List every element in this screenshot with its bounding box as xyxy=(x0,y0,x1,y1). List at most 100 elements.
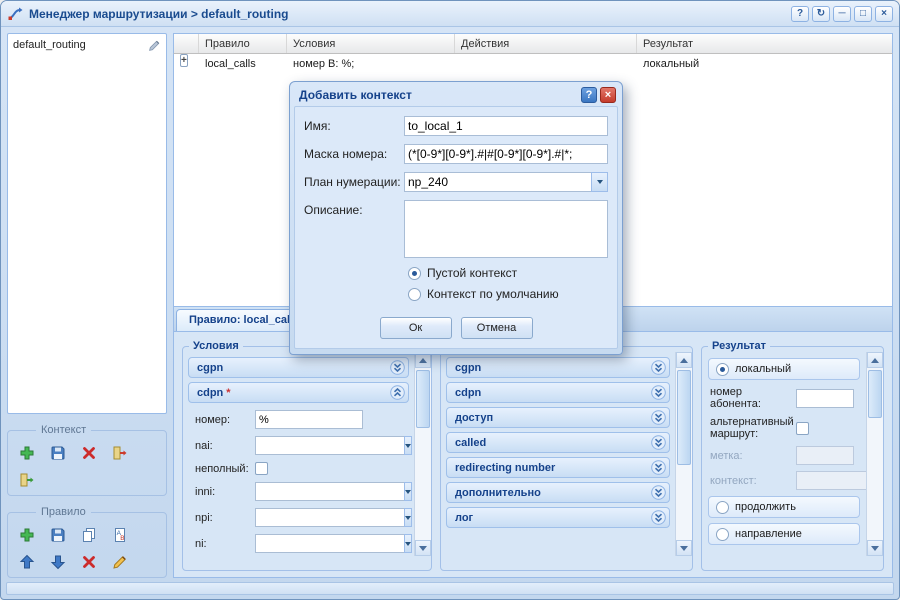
scroll-thumb[interactable] xyxy=(868,370,882,418)
scroll-up-button[interactable] xyxy=(867,352,883,368)
expand-icon[interactable] xyxy=(651,410,666,425)
minimize-button[interactable]: ─ xyxy=(833,6,851,22)
direction-radio[interactable] xyxy=(716,528,729,541)
delete-rule-button[interactable] xyxy=(78,552,100,572)
add-rule-button[interactable] xyxy=(16,525,38,545)
inni-combo-trigger[interactable] xyxy=(404,482,412,501)
description-textarea[interactable] xyxy=(404,200,608,258)
delete-context-button[interactable] xyxy=(78,443,100,463)
expand-icon[interactable] xyxy=(390,360,405,375)
npi-combo-trigger[interactable] xyxy=(404,508,412,527)
action-section-cgpn[interactable]: cgpn xyxy=(446,357,670,378)
inni-combo-input[interactable] xyxy=(255,482,404,501)
actions-scrollbar[interactable] xyxy=(675,352,692,556)
conditions-scrollbar[interactable] xyxy=(414,352,431,556)
expand-icon[interactable] xyxy=(651,485,666,500)
export-context-button[interactable] xyxy=(109,443,131,463)
field-label-nai: nai: xyxy=(195,440,255,452)
action-section-additional[interactable]: дополнительно xyxy=(446,482,670,503)
grid-row-local-calls[interactable]: + local_calls номер В: %; локальный xyxy=(173,54,893,75)
ok-button[interactable]: Ок xyxy=(380,317,452,339)
scroll-track[interactable] xyxy=(867,368,883,540)
save-context-button[interactable] xyxy=(47,443,69,463)
expand-icon[interactable] xyxy=(651,510,666,525)
direction-radio-label: направление xyxy=(735,528,802,540)
move-rule-down-button[interactable] xyxy=(47,552,69,572)
routing-list: default_routing xyxy=(7,33,167,414)
incomplete-checkbox[interactable] xyxy=(255,462,268,475)
rename-rule-button[interactable]: AB xyxy=(109,525,131,545)
edit-pencil-icon[interactable] xyxy=(148,39,161,52)
row-expander-icon[interactable]: + xyxy=(180,54,188,67)
help-button[interactable]: ? xyxy=(791,6,809,22)
result-legend: Результат xyxy=(708,340,770,352)
expand-icon[interactable] xyxy=(651,435,666,450)
cell-result: локальный xyxy=(637,54,892,75)
result-option-continue[interactable]: продолжить xyxy=(708,496,860,518)
scroll-thumb[interactable] xyxy=(677,370,691,465)
npi-combo-input[interactable] xyxy=(255,508,404,527)
scroll-track[interactable] xyxy=(415,368,431,540)
collapse-icon[interactable] xyxy=(390,385,405,400)
dialog-help-button[interactable]: ? xyxy=(581,87,597,103)
mask-input[interactable] xyxy=(404,144,608,164)
dialog-close-button[interactable]: × xyxy=(600,87,616,103)
import-context-button[interactable] xyxy=(16,470,38,490)
scroll-down-button[interactable] xyxy=(676,540,692,556)
action-section-access[interactable]: доступ xyxy=(446,407,670,428)
plus-icon xyxy=(19,527,35,543)
nai-combo-trigger[interactable] xyxy=(404,436,412,455)
maximize-button[interactable]: □ xyxy=(854,6,872,22)
action-section-redirecting[interactable]: redirecting number xyxy=(446,457,670,478)
action-section-log[interactable]: лог xyxy=(446,507,670,528)
refresh-button[interactable]: ↻ xyxy=(812,6,830,22)
plan-combo-input[interactable] xyxy=(404,172,591,192)
continue-radio[interactable] xyxy=(716,501,729,514)
action-section-called[interactable]: called xyxy=(446,432,670,453)
ni-combo-trigger[interactable] xyxy=(404,534,412,553)
edit-rule-button[interactable] xyxy=(109,552,131,572)
field-label-ni: ni: xyxy=(195,538,255,550)
name-input[interactable] xyxy=(404,116,608,136)
ni-combo-input[interactable] xyxy=(255,534,404,553)
expand-icon[interactable] xyxy=(651,385,666,400)
add-context-button[interactable] xyxy=(16,443,38,463)
condition-section-cdpn[interactable]: cdpn * xyxy=(188,382,409,403)
dialog-titlebar[interactable]: Добавить контекст ? × xyxy=(294,84,618,106)
scroll-down-button[interactable] xyxy=(867,540,883,556)
expand-icon[interactable] xyxy=(651,460,666,475)
scroll-down-button[interactable] xyxy=(415,540,431,556)
number-input[interactable] xyxy=(255,410,363,429)
default-context-radio[interactable] xyxy=(408,288,421,301)
nai-combo-input[interactable] xyxy=(255,436,404,455)
local-radio[interactable] xyxy=(716,363,729,376)
cancel-button[interactable]: Отмена xyxy=(461,317,533,339)
plan-combo-trigger[interactable] xyxy=(591,172,608,192)
copy-rule-button[interactable] xyxy=(78,525,100,545)
save-rule-button[interactable] xyxy=(47,525,69,545)
copy-icon xyxy=(81,527,97,543)
move-rule-up-button[interactable] xyxy=(16,552,38,572)
scroll-up-button[interactable] xyxy=(676,352,692,368)
grid-header-actions[interactable]: Действия xyxy=(455,34,637,53)
scroll-thumb[interactable] xyxy=(416,370,430,428)
chevron-down-icon xyxy=(405,490,411,497)
grid-header-result[interactable]: Результат xyxy=(637,34,892,53)
result-option-direction[interactable]: направление xyxy=(708,523,860,545)
expand-icon[interactable] xyxy=(651,360,666,375)
action-section-cdpn[interactable]: cdpn xyxy=(446,382,670,403)
result-option-local[interactable]: локальный xyxy=(708,358,860,380)
empty-context-option[interactable]: Пустой контекст xyxy=(408,266,608,280)
alt-route-checkbox[interactable] xyxy=(796,422,809,435)
scroll-track[interactable] xyxy=(676,368,692,540)
grid-header-conditions[interactable]: Условия xyxy=(287,34,455,53)
default-context-option[interactable]: Контекст по умолчанию xyxy=(408,287,608,301)
subscriber-number-input[interactable] xyxy=(796,389,854,408)
empty-context-radio[interactable] xyxy=(408,267,421,280)
routing-list-item[interactable]: default_routing xyxy=(8,34,166,56)
close-button[interactable]: × xyxy=(875,6,893,22)
condition-section-cgpn[interactable]: cgpn xyxy=(188,357,409,378)
section-label: лог xyxy=(455,512,473,524)
grid-header-rule[interactable]: Правило xyxy=(199,34,287,53)
result-scrollbar[interactable] xyxy=(866,352,883,556)
